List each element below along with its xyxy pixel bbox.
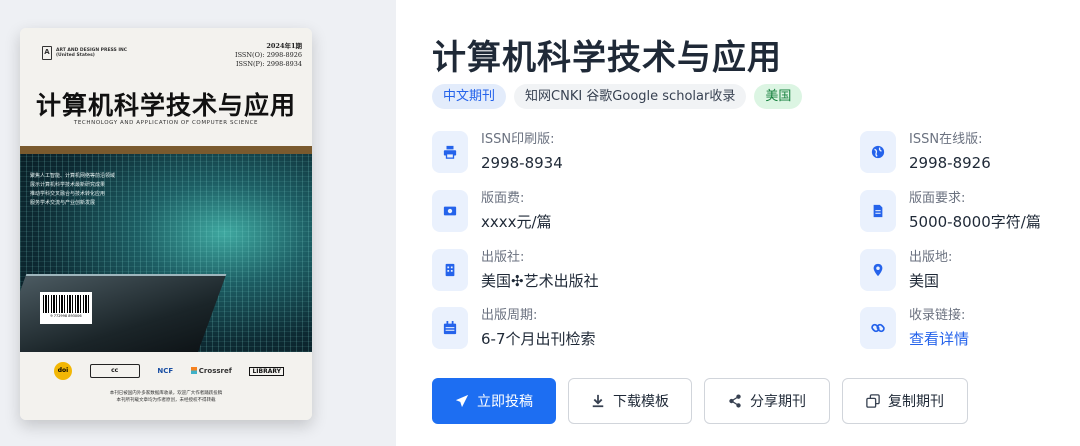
cover-publisher: A ART AND DESIGN PRESS INC (United State… [42, 46, 136, 60]
copy-journal-button[interactable]: 复制期刊 [842, 378, 968, 424]
tag-indexing: 知网CNKI 谷歌Google scholar收录 [514, 84, 747, 109]
info-issn-online: ISSN在线版: 2998-8926 [860, 131, 991, 174]
cover-publisher-sub: (United States) [56, 53, 95, 58]
share-journal-button[interactable]: 分享期刊 [704, 378, 830, 424]
info-value: 2998-8934 [481, 154, 563, 172]
tag-country: 美国 [754, 84, 803, 109]
cover-footnote: 本刊已被国内外多家数据库收录，欢迎广大作者踊跃投稿 本刊所刊载文章均为作者原创，… [109, 391, 223, 403]
info-requirements: 版面要求: 5000-8000字符/篇 [860, 190, 1041, 233]
calendar-icon [432, 307, 468, 349]
cover-blurb: 聚焦人工智能、计算机网络等前沿领域 展示计算机科学技术最新研究成果 推动学科交叉… [30, 173, 116, 206]
cover-panel: A ART AND DESIGN PRESS INC (United State… [0, 0, 396, 446]
cover-subtitle: TECHNOLOGY AND APPLICATION OF COMPUTER S… [73, 120, 259, 126]
building-icon [432, 249, 468, 291]
ncf-logo-icon: NCF [157, 367, 174, 375]
info-label: 出版地: [909, 250, 953, 265]
publisher-logo-icon: A [42, 46, 52, 60]
library-logo-icon: LIBRARY [249, 366, 284, 376]
journal-title: 计算机科学技术与应用 [432, 38, 782, 78]
info-location: 出版地: 美国 [860, 249, 952, 292]
send-icon [455, 394, 469, 408]
info-value: 美国 [909, 272, 940, 290]
info-label: 版面费: [481, 191, 525, 206]
download-template-button[interactable]: 下载模板 [568, 378, 692, 424]
banknote-icon [432, 190, 468, 232]
crossref-logo-icon: Crossref [191, 367, 232, 375]
barcode: 9 772998 893006 [40, 292, 92, 324]
indexing-logos: doi cc NCF Crossref LIBRARY [54, 362, 284, 380]
cover-issue: 2024年1期 [266, 42, 302, 50]
submit-button[interactable]: 立即投稿 [432, 378, 556, 424]
cover-issn-print: ISSN(P): 2998-8934 [235, 60, 302, 68]
doi-logo-icon: doi [54, 362, 72, 380]
tag-language: 中文期刊 [432, 84, 507, 109]
globe-icon [860, 131, 896, 173]
info-value: 2998-8926 [909, 154, 991, 172]
info-value: 5000-8000字符/篇 [909, 213, 1041, 231]
info-fee: 版面费: xxxx元/篇 [432, 190, 552, 233]
cover-header: A ART AND DESIGN PRESS INC (United State… [20, 28, 312, 146]
info-value: xxxx元/篇 [481, 213, 552, 231]
cover-footer: doi cc NCF Crossref LIBRARY 本刊已被国内外多家数据库… [20, 352, 312, 420]
printer-icon [432, 131, 468, 173]
journal-cover-image: A ART AND DESIGN PRESS INC (United State… [20, 28, 312, 420]
info-label: 出版周期: [481, 308, 538, 323]
info-label: ISSN印刷版: [481, 132, 555, 147]
info-value: 6-7个月出刊检索 [481, 330, 596, 348]
cover-title: 计算机科学技术与应用 [35, 91, 296, 120]
info-label: 收录链接: [909, 308, 966, 323]
document-icon [860, 190, 896, 232]
location-pin-icon [860, 249, 896, 291]
copy-icon [866, 394, 880, 408]
journal-tags: 中文期刊 知网CNKI 谷歌Google scholar收录 美国 [432, 84, 803, 109]
share-icon [729, 394, 741, 408]
cover-stripe [20, 146, 312, 154]
info-value: 美国✣艺术出版社 [481, 272, 599, 290]
cover-issn-block: 2024年1期 ISSN(O): 2998-8926 ISSN(P): 2998… [235, 42, 302, 69]
action-buttons: 立即投稿 下载模板 分享期刊 复制期刊 [432, 378, 968, 424]
cover-artwork: 聚焦人工智能、计算机网络等前沿领域 展示计算机科学技术最新研究成果 推动学科交叉… [20, 154, 312, 352]
link-icon [860, 307, 896, 349]
cover-issn-online: ISSN(O): 2998-8926 [235, 51, 302, 59]
info-label: ISSN在线版: [909, 132, 983, 147]
view-details-link[interactable]: 查看详情 [909, 328, 969, 350]
info-issn-print: ISSN印刷版: 2998-8934 [432, 131, 563, 174]
info-publisher: 出版社: 美国✣艺术出版社 [432, 249, 599, 292]
download-icon [592, 394, 604, 408]
info-cycle: 出版周期: 6-7个月出刊检索 [432, 307, 596, 350]
info-label: 版面要求: [909, 191, 966, 206]
cc-logo-icon: cc [89, 364, 140, 378]
info-index-link: 收录链接: 查看详情 [860, 307, 969, 350]
info-label: 出版社: [481, 250, 525, 265]
